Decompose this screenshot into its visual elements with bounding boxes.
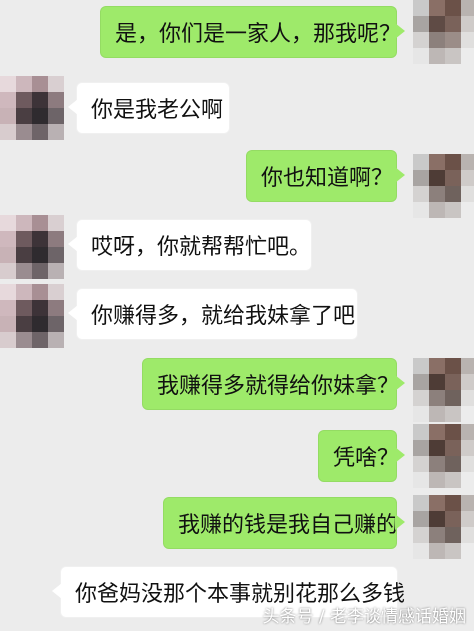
message-bubble-outgoing[interactable]: 凭啥？	[318, 430, 405, 482]
message-bubble-incoming[interactable]: 你是我老公啊	[68, 82, 230, 134]
message-bubble-incoming[interactable]: 哎呀，你就帮帮忙吧。	[68, 219, 312, 271]
avatar-self[interactable]	[413, 358, 474, 422]
avatar-self[interactable]	[413, 495, 474, 559]
watermark-text: 头条号 / 老李谈情感话婚姻	[262, 607, 466, 627]
message-bubble-incoming[interactable]: 你赚得多，就给我妹拿了吧	[68, 288, 358, 340]
avatar-contact[interactable]	[0, 215, 64, 279]
avatar-contact[interactable]	[0, 76, 64, 140]
message-bubble-outgoing[interactable]: 我赚的钱是我自己赚的	[163, 497, 405, 549]
avatar-self[interactable]	[413, 0, 474, 64]
avatar-self[interactable]	[413, 424, 474, 488]
message-bubble-outgoing[interactable]: 是，你们是一家人，那我呢？	[100, 6, 405, 58]
message-bubble-outgoing[interactable]: 我赚得多就得给你妹拿？	[142, 358, 405, 410]
message-bubble-outgoing[interactable]: 你也知道啊？	[246, 150, 405, 202]
avatar-contact[interactable]	[0, 284, 64, 348]
avatar-self[interactable]	[413, 154, 474, 218]
